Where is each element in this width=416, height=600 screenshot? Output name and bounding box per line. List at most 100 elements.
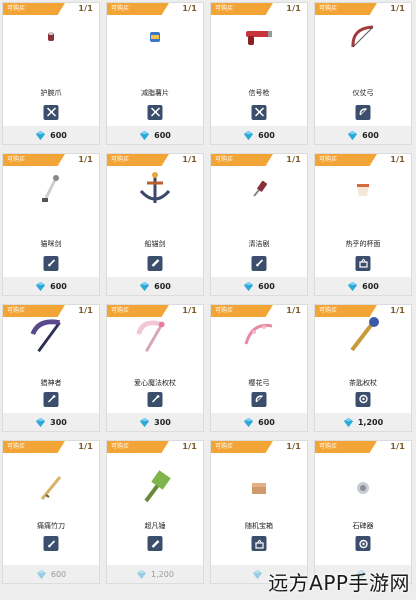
purchasable-tag: 可购买 (211, 3, 273, 15)
diamond-icon (343, 417, 353, 427)
diamond-icon (36, 130, 46, 140)
shop-item-card[interactable]: 可购买 1/1 爱心魔法权杖 300 (106, 304, 204, 432)
price-bar[interactable]: 600 (107, 277, 203, 295)
price-bar[interactable]: 600 (211, 413, 307, 431)
shop-grid: 可购买 1/1 护腕爪 600 可购买 1/1 减脂薯片 600 可购买 1/1 (2, 2, 412, 584)
item-name: 猫咪剑 (40, 239, 62, 248)
price-bar[interactable]: 300 (3, 413, 99, 431)
purchase-count: 1/1 (182, 442, 197, 451)
purchase-count: 1/1 (286, 4, 301, 13)
item-name: 热乎的杯面 (345, 239, 381, 248)
purchasable-tag: 可购买 (315, 441, 377, 453)
purchasable-tag: 可购买 (107, 3, 169, 15)
item-name: 清洁剧 (248, 239, 270, 248)
item-price: 600 (258, 130, 275, 140)
item-name: 船锚剑 (144, 239, 166, 248)
item-price: 600 (258, 417, 275, 427)
item-price: 1,200 (151, 569, 174, 579)
scythe-icon (29, 313, 73, 357)
crossed-swords-icon (43, 104, 59, 120)
item-price: 600 (362, 281, 379, 291)
price-bar[interactable]: 600 (3, 126, 99, 144)
price-bar[interactable]: 600 (211, 277, 307, 295)
diamond-icon (140, 281, 150, 291)
diamond-icon (244, 130, 254, 140)
diamond-icon (140, 130, 150, 140)
price-bar[interactable]: 600 (211, 126, 307, 144)
price-bar[interactable]: 1,200 (107, 565, 203, 583)
sword-icon (43, 536, 59, 552)
purchase-count: 1/1 (182, 306, 197, 315)
price-bar[interactable]: 600 (315, 126, 411, 144)
flare-gun-icon (237, 15, 281, 59)
purchasable-tag: 可购买 (315, 154, 377, 166)
item-price: 600 (50, 130, 67, 140)
shop-item-card[interactable]: 可购买 1/1 超凡锤 1,200 (106, 440, 204, 584)
shop-item-card[interactable]: 可购买 1/1 信号枪 600 (210, 2, 308, 145)
price-bar[interactable]: 600 (315, 277, 411, 295)
treasure-box-icon (237, 466, 281, 510)
staff-icon (43, 391, 59, 407)
item-name: 爱心魔法权杖 (134, 379, 176, 388)
shop-item-card[interactable]: 可购买 1/1 樱花弓 600 (210, 304, 308, 432)
bow-icon (341, 15, 385, 59)
purchase-count: 1/1 (390, 442, 405, 451)
diamond-icon (136, 569, 147, 579)
shop-item-card[interactable]: 可购买 1/1 猫咪剑 600 (2, 153, 100, 296)
chips-icon (133, 15, 177, 59)
sakura-bow-icon (237, 313, 281, 357)
bamboo-sword-icon (29, 466, 73, 510)
orb-icon (355, 391, 371, 407)
price-bar[interactable]: 600 (3, 277, 99, 295)
price-bar[interactable]: 600 (3, 565, 99, 583)
gauntlet-icon (29, 15, 73, 59)
price-bar[interactable]: 600 (107, 126, 203, 144)
shop-item-card[interactable]: 可购买 1/1 茶匙权杖 1,200 (314, 304, 412, 432)
purchase-count: 1/1 (78, 442, 93, 451)
item-name: 随机宝箱 (245, 521, 273, 530)
shop-item-card[interactable]: 可购买 1/1 护腕爪 600 (2, 2, 100, 145)
item-name: 超凡锤 (144, 521, 166, 530)
heart-scythe-icon (133, 313, 177, 357)
shop-item-card[interactable]: 可购买 1/1 减脂薯片 600 (106, 2, 204, 145)
teaspoon-staff-icon (341, 313, 385, 357)
price-bar[interactable]: 1,200 (315, 413, 411, 431)
shop-item-card[interactable]: 可购买 1/1 随机宝箱 (210, 440, 308, 584)
purchasable-tag: 可购买 (3, 441, 65, 453)
anchor-icon (133, 167, 177, 211)
staff-icon (147, 391, 163, 407)
purchase-count: 1/1 (182, 155, 197, 164)
item-name: 痛痛竹刀 (37, 521, 65, 530)
diamond-icon (140, 417, 150, 427)
item-name: 信号枪 (248, 88, 270, 97)
item-name: 减脂薯片 (141, 88, 169, 97)
purchase-count: 1/1 (78, 4, 93, 13)
diamond-icon (36, 417, 46, 427)
diamond-icon (244, 417, 254, 427)
shop-item-card[interactable]: 可购买 1/1 船锚剑 600 (106, 153, 204, 296)
basket-icon (355, 255, 371, 271)
shop-item-card[interactable]: 可购买 1/1 痛痛竹刀 600 (2, 440, 100, 584)
item-name: 猎神者 (40, 379, 62, 388)
shop-item-card[interactable]: 可购买 1/1 猎神者 300 (2, 304, 100, 432)
orb-icon (355, 536, 371, 552)
item-name: 茶匙权杖 (349, 379, 377, 388)
item-name: 樱花弓 (248, 379, 270, 388)
price-bar[interactable]: 300 (107, 413, 203, 431)
item-name: 仪仗弓 (352, 88, 374, 97)
diamond-icon (36, 281, 46, 291)
purchasable-tag: 可购买 (107, 154, 169, 166)
item-price: 600 (362, 130, 379, 140)
shop-item-card[interactable]: 可购买 1/1 仪仗弓 600 (314, 2, 412, 145)
purchase-count: 1/1 (286, 442, 301, 451)
cup-noodle-icon (341, 167, 385, 211)
item-price: 600 (258, 281, 275, 291)
bow-icon (251, 391, 267, 407)
shop-item-card[interactable]: 可购买 1/1 清洁剧 600 (210, 153, 308, 296)
shop-item-card[interactable]: 可购买 1/1 石碑器 (314, 440, 412, 584)
purchase-count: 1/1 (390, 4, 405, 13)
shop-item-card[interactable]: 可购买 1/1 热乎的杯面 600 (314, 153, 412, 296)
item-price: 1,200 (357, 417, 384, 427)
greatsword-icon (147, 536, 163, 552)
item-price: 600 (154, 281, 171, 291)
